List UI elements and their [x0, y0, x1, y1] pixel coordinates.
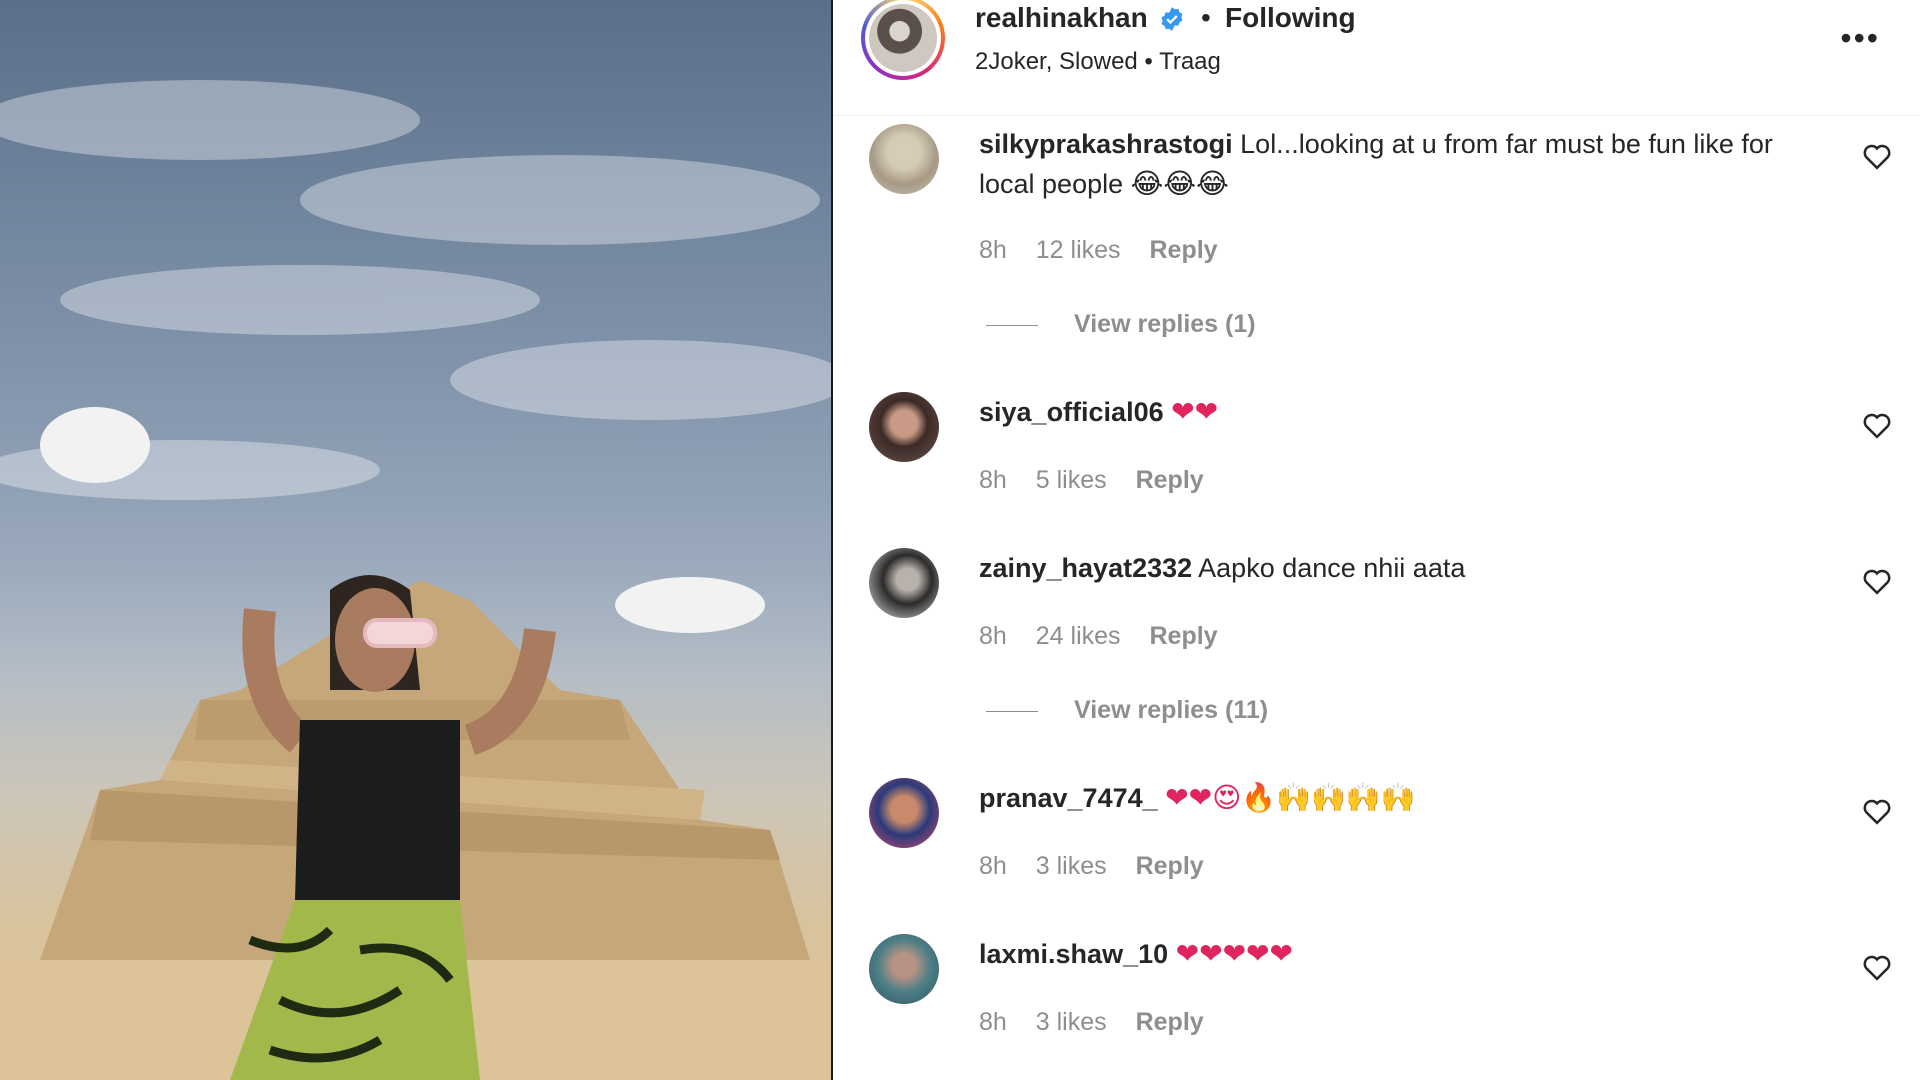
- comment-text: silkyprakashrastogi Lol...looking at u f…: [979, 124, 1819, 204]
- comment-text: laxmi.shaw_10 ❤❤❤❤❤: [979, 934, 1819, 974]
- comment-time: 8h: [979, 852, 1007, 880]
- view-replies-line: [986, 324, 1038, 326]
- comments-panel: realhinakhan • Following 2Joker, Slowed …: [833, 0, 1920, 1080]
- comment-emoji: ❤❤: [1171, 395, 1219, 428]
- header-separator: •: [1201, 2, 1211, 33]
- reply-button[interactable]: Reply: [1136, 466, 1204, 494]
- following-button[interactable]: Following: [1225, 2, 1356, 34]
- view-replies-button[interactable]: View replies (11): [986, 696, 1268, 725]
- comment-meta: 8h 24 likes Reply: [979, 622, 1240, 651]
- comment-time: 8h: [979, 622, 1007, 650]
- commenter-avatar[interactable]: [869, 778, 939, 848]
- comment-emoji: ❤❤😍🔥🙌🙌🙌🙌: [1165, 781, 1416, 814]
- commenter-avatar[interactable]: [869, 934, 939, 1004]
- comment-text: zainy_hayat2332 Aapko dance nhii aata: [979, 548, 1819, 588]
- view-replies-button[interactable]: View replies (1): [986, 310, 1256, 339]
- commenter-username[interactable]: zainy_hayat2332: [979, 553, 1192, 583]
- like-heart-icon[interactable]: [1862, 797, 1892, 825]
- like-heart-icon[interactable]: [1862, 411, 1892, 439]
- commenter-avatar[interactable]: [869, 124, 939, 194]
- commenter-username[interactable]: siya_official06: [979, 397, 1164, 427]
- comment-likes[interactable]: 24 likes: [1036, 622, 1121, 650]
- verified-badge-icon: [1161, 7, 1183, 31]
- author-avatar[interactable]: [861, 0, 945, 80]
- comment-meta: 8h 5 likes Reply: [979, 466, 1226, 495]
- view-replies-label: View replies (11): [1074, 696, 1269, 724]
- post-header: realhinakhan • Following 2Joker, Slowed …: [833, 0, 1920, 116]
- reply-button[interactable]: Reply: [1149, 236, 1217, 264]
- comment-meta: 8h 3 likes Reply: [979, 852, 1226, 881]
- comment-emoji: ❤❤❤❤❤: [1175, 937, 1293, 970]
- comment-text: pranav_7474_ ❤❤😍🔥🙌🙌🙌🙌: [979, 778, 1819, 818]
- like-heart-icon[interactable]: [1862, 953, 1892, 981]
- comment-message: Aapko dance nhii aata: [1198, 553, 1466, 583]
- author-avatar-photo: [869, 4, 937, 72]
- reply-button[interactable]: Reply: [1136, 852, 1204, 880]
- view-replies-line: [986, 710, 1038, 712]
- author-avatar-inner: [865, 0, 941, 76]
- comment-time: 8h: [979, 1008, 1007, 1036]
- comment-likes[interactable]: 12 likes: [1036, 236, 1121, 264]
- reply-button[interactable]: Reply: [1149, 622, 1217, 650]
- author-username[interactable]: realhinakhan: [975, 2, 1148, 34]
- comment-time: 8h: [979, 236, 1007, 264]
- post-media[interactable]: [0, 0, 831, 1080]
- comment-likes[interactable]: 5 likes: [1036, 466, 1107, 494]
- commenter-username[interactable]: laxmi.shaw_10: [979, 939, 1168, 969]
- commenter-username[interactable]: pranav_7474_: [979, 783, 1158, 813]
- comment-text: siya_official06 ❤❤: [979, 392, 1819, 432]
- comment-meta: 8h 3 likes Reply: [979, 1008, 1226, 1037]
- comment-meta: 8h 12 likes Reply: [979, 236, 1240, 265]
- commenter-avatar[interactable]: [869, 392, 939, 462]
- commenter-avatar[interactable]: [869, 548, 939, 618]
- like-heart-icon[interactable]: [1862, 142, 1892, 170]
- view-replies-label: View replies (1): [1074, 310, 1256, 338]
- comment-time: 8h: [979, 466, 1007, 494]
- comment-likes[interactable]: 3 likes: [1036, 1008, 1107, 1036]
- comment-likes[interactable]: 3 likes: [1036, 852, 1107, 880]
- reply-button[interactable]: Reply: [1136, 1008, 1204, 1036]
- audio-track-link[interactable]: 2Joker, Slowed • Traag: [975, 48, 1221, 76]
- comment-emoji: 😂😂😂: [1130, 167, 1229, 200]
- more-horizontal-icon[interactable]: •••: [1840, 22, 1880, 54]
- like-heart-icon[interactable]: [1862, 567, 1892, 595]
- media-illustration: [0, 80, 831, 1080]
- commenter-username[interactable]: silkyprakashrastogi: [979, 129, 1233, 159]
